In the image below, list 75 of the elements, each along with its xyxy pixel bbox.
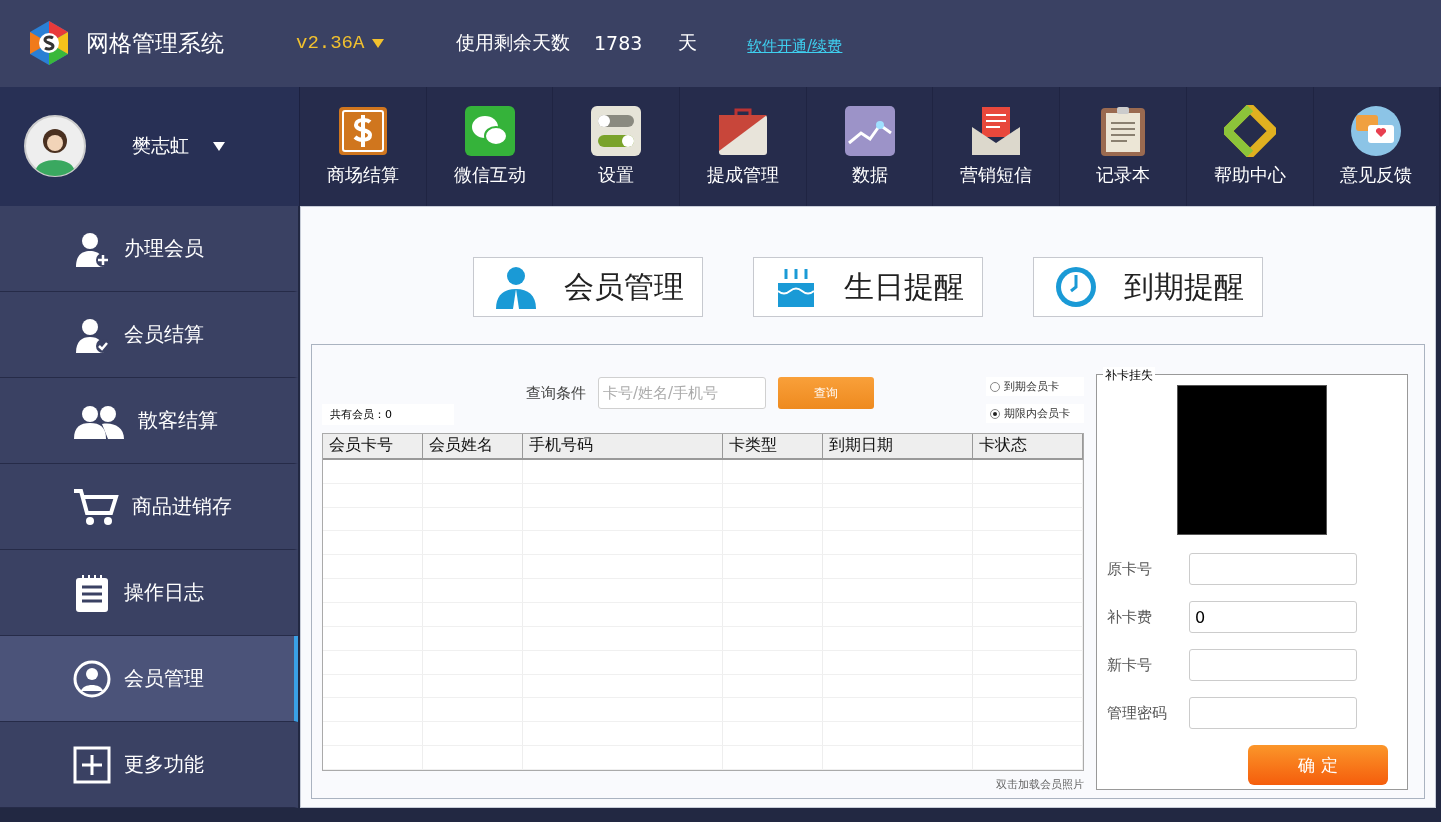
function-tab[interactable]: 会员管理	[473, 257, 703, 317]
column-header[interactable]: 会员卡号	[323, 434, 423, 458]
caret-icon	[372, 38, 385, 48]
column-header[interactable]: 卡类型	[723, 434, 823, 458]
sidebar-label: 更多功能	[124, 751, 204, 778]
tab-label: 会员管理	[564, 267, 684, 306]
avatar-icon	[24, 115, 86, 178]
input-field[interactable]: 0	[1189, 601, 1357, 633]
tab-label: 到期提醒	[1124, 267, 1244, 306]
function-tab[interactable]: 生日提醒	[753, 257, 983, 317]
member-count: 共有会员：0	[322, 404, 454, 425]
filter-radio[interactable]: 到期会员卡	[986, 377, 1084, 396]
caret-icon[interactable]	[213, 141, 225, 151]
plus-square-icon	[72, 744, 112, 785]
sidebar-label: 会员管理	[124, 665, 204, 692]
days-unit: 天	[678, 30, 698, 56]
user-circle-icon	[72, 658, 112, 699]
feedback-icon[interactable]	[1350, 105, 1403, 158]
clock-icon	[1054, 265, 1098, 309]
toolbar-button[interactable]: 设置	[553, 86, 681, 206]
panel-title: 补卡挂失	[1103, 367, 1155, 384]
app-title: 网格管理系统	[86, 28, 225, 58]
field-label: 补卡费	[1107, 607, 1153, 627]
radio-dot-icon[interactable]	[990, 381, 1000, 392]
days-value: 1783	[594, 32, 643, 55]
field-label: 新卡号	[1107, 655, 1153, 675]
cart-icon	[72, 486, 120, 527]
toolbar-button[interactable]: 数据	[806, 86, 934, 206]
cycle-arrows-icon[interactable]	[1223, 105, 1276, 158]
user-name: 樊志虹	[132, 133, 189, 159]
column-header[interactable]: 手机号码	[523, 434, 723, 458]
field-label: 原卡号	[1107, 559, 1153, 579]
toolbar-button[interactable]: 营销短信	[933, 86, 1061, 206]
function-tab[interactable]: 到期提醒	[1033, 257, 1263, 317]
input-field[interactable]	[1189, 553, 1357, 585]
toolbar-button[interactable]: 提成管理	[680, 86, 807, 206]
sidebar-label: 操作日志	[124, 579, 204, 606]
sidebar-label: 商品进销存	[132, 493, 232, 520]
column-header[interactable]: 会员姓名	[423, 434, 523, 458]
sidebar-item[interactable]: 办理会员	[0, 206, 298, 292]
query-label: 查询条件	[526, 384, 586, 403]
sidebar-item[interactable]: 散客结算	[0, 378, 298, 464]
column-header[interactable]: 卡状态	[973, 434, 1083, 458]
field-label: 管理密码	[1107, 703, 1168, 723]
line-chart-icon[interactable]	[843, 105, 896, 158]
person-icon	[494, 265, 538, 309]
tab-label: 生日提醒	[844, 267, 964, 306]
sidebar-item[interactable]: 商品进销存	[0, 464, 298, 550]
sidebar-label: 会员结算	[124, 321, 204, 348]
days-label: 使用剩余天数	[456, 30, 570, 56]
column-header[interactable]: 到期日期	[823, 434, 973, 458]
toggle-switches-icon[interactable]	[590, 105, 643, 158]
toolbar-button[interactable]: 微信互动	[426, 86, 554, 206]
sidebar-label: 办理会员	[124, 235, 204, 262]
input-field[interactable]	[1189, 649, 1357, 681]
toolbar-button[interactable]: 商场结算	[300, 86, 427, 206]
sidebar-label: 散客结算	[138, 407, 218, 434]
sidebar-item[interactable]: 会员结算	[0, 292, 298, 378]
toolbar-button[interactable]: 帮助中心	[1186, 86, 1314, 206]
radio-dot-icon[interactable]	[990, 408, 1000, 419]
toolbar-button[interactable]: 意见反馈	[1313, 86, 1441, 206]
sidebar-item[interactable]: 更多功能	[0, 722, 298, 808]
search-field[interactable]: 卡号/姓名/手机号	[598, 377, 766, 409]
photo-hint: 双击加载会员照片	[996, 777, 1084, 792]
version-dropdown[interactable]: v2.36A	[296, 32, 456, 55]
sidebar-item[interactable]: 会员管理	[0, 636, 298, 722]
chat-bubbles-icon[interactable]	[463, 105, 516, 158]
input-field[interactable]	[1189, 697, 1357, 729]
toolbar-button[interactable]: 记录本	[1060, 86, 1187, 206]
sidebar-item[interactable]: 操作日志	[0, 550, 298, 636]
dollar-icon[interactable]	[336, 105, 389, 158]
envelope-icon[interactable]	[970, 105, 1023, 158]
filter-radio[interactable]: 期限内会员卡	[986, 404, 1084, 423]
renew-link[interactable]: 软件开通/续费	[747, 36, 843, 56]
photo-frame[interactable]	[1177, 385, 1327, 535]
